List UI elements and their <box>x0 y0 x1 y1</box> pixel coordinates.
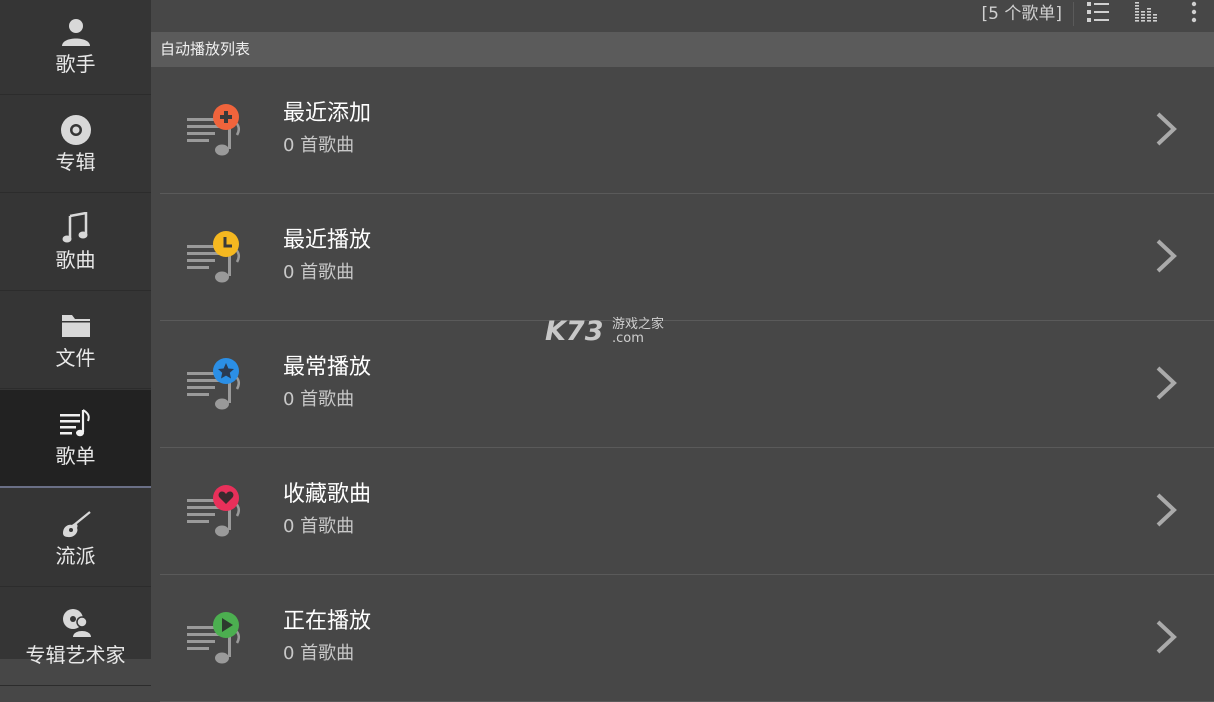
playlist-song-count: 0 首歌曲 <box>283 389 355 410</box>
list-item[interactable]: 正在播放 0 首歌曲 <box>160 575 1214 702</box>
sidebar-item-albums[interactable]: 专辑 <box>0 95 151 193</box>
playlist-add-icon <box>184 101 244 159</box>
watermark-brand: K73 <box>545 316 604 347</box>
chevron-right-icon <box>1154 111 1178 147</box>
list-item[interactable]: 最常播放 0 首歌曲 <box>160 321 1214 448</box>
sidebar-item-artists[interactable]: 歌手 <box>0 0 151 95</box>
playlist-now-playing-icon <box>184 609 244 667</box>
sidebar-item-songs[interactable]: 歌曲 <box>0 193 151 291</box>
sidebar-item-album-artists[interactable]: 专辑艺术家 <box>0 588 151 686</box>
playlist-title: 最近播放 <box>283 228 372 253</box>
playlist-favorite-icon <box>184 482 244 540</box>
overflow-menu-button[interactable] <box>1179 0 1209 28</box>
list-item[interactable]: 最近添加 0 首歌曲 <box>160 67 1214 194</box>
top-toolbar: [5 个歌单] <box>151 0 1214 32</box>
chevron-right-icon <box>1154 365 1178 401</box>
equalizer-icon <box>1133 0 1159 28</box>
sidebar-item-label: 歌单 <box>55 444 96 468</box>
sidebar-item-files[interactable]: 文件 <box>0 291 151 389</box>
sidebar: 歌手 专辑 歌曲 文件 歌单 流派 专辑艺术家 <box>0 0 151 686</box>
sidebar-item-label: 歌手 <box>55 51 96 76</box>
toolbar-divider <box>1073 2 1074 26</box>
equalizer-button[interactable] <box>1131 2 1161 26</box>
guitar-icon <box>59 508 93 540</box>
chevron-right-icon <box>1154 238 1178 274</box>
playlist-title: 正在播放 <box>283 609 372 634</box>
disc-icon <box>59 114 93 146</box>
playlist-song-count: 0 首歌曲 <box>283 516 355 537</box>
list-item[interactable]: 收藏歌曲 0 首歌曲 <box>160 448 1214 575</box>
playlist-top-icon <box>184 355 244 413</box>
playlist-song-count: 0 首歌曲 <box>283 643 355 664</box>
watermark: K73 游戏之家 .com <box>545 313 675 347</box>
playlist-icon <box>59 408 93 440</box>
chevron-right-icon <box>1154 619 1178 655</box>
watermark-domain: .com <box>612 331 644 346</box>
artist-disc-icon <box>59 607 93 639</box>
person-icon <box>59 16 93 48</box>
playlist-count: [5 个歌单] <box>981 4 1062 24</box>
folder-icon <box>59 310 93 342</box>
sidebar-item-label: 专辑 <box>55 149 96 174</box>
sidebar-item-playlists[interactable]: 歌单 <box>0 390 151 488</box>
playlist-title: 最近添加 <box>283 101 372 126</box>
list-view-icon <box>1085 0 1111 28</box>
sidebar-item-label: 歌曲 <box>55 247 96 272</box>
music-note-icon <box>59 211 93 244</box>
playlist-recent-icon <box>184 228 244 286</box>
playlist-title: 收藏歌曲 <box>283 482 372 507</box>
list-item[interactable]: 最近播放 0 首歌曲 <box>160 194 1214 321</box>
playlist-song-count: 0 首歌曲 <box>283 262 355 283</box>
sidebar-item-label: 流派 <box>55 543 96 568</box>
watermark-text: 游戏之家 <box>612 316 664 332</box>
section-header: 自动播放列表 <box>151 32 1214 67</box>
sidebar-item-genres[interactable]: 流派 <box>0 489 151 587</box>
playlist-title: 最常播放 <box>283 355 372 380</box>
chevron-right-icon <box>1154 492 1178 528</box>
sidebar-item-label: 专辑艺术家 <box>25 642 126 667</box>
playlist-song-count: 0 首歌曲 <box>283 135 355 156</box>
list-view-button[interactable] <box>1083 2 1113 26</box>
more-vertical-icon <box>1189 0 1199 28</box>
sidebar-item-label: 文件 <box>55 345 96 370</box>
playlist-list: 最近添加 0 首歌曲 最近播放 0 首歌曲 最常播放 0 首歌曲 收藏歌曲 0 … <box>151 67 1214 702</box>
